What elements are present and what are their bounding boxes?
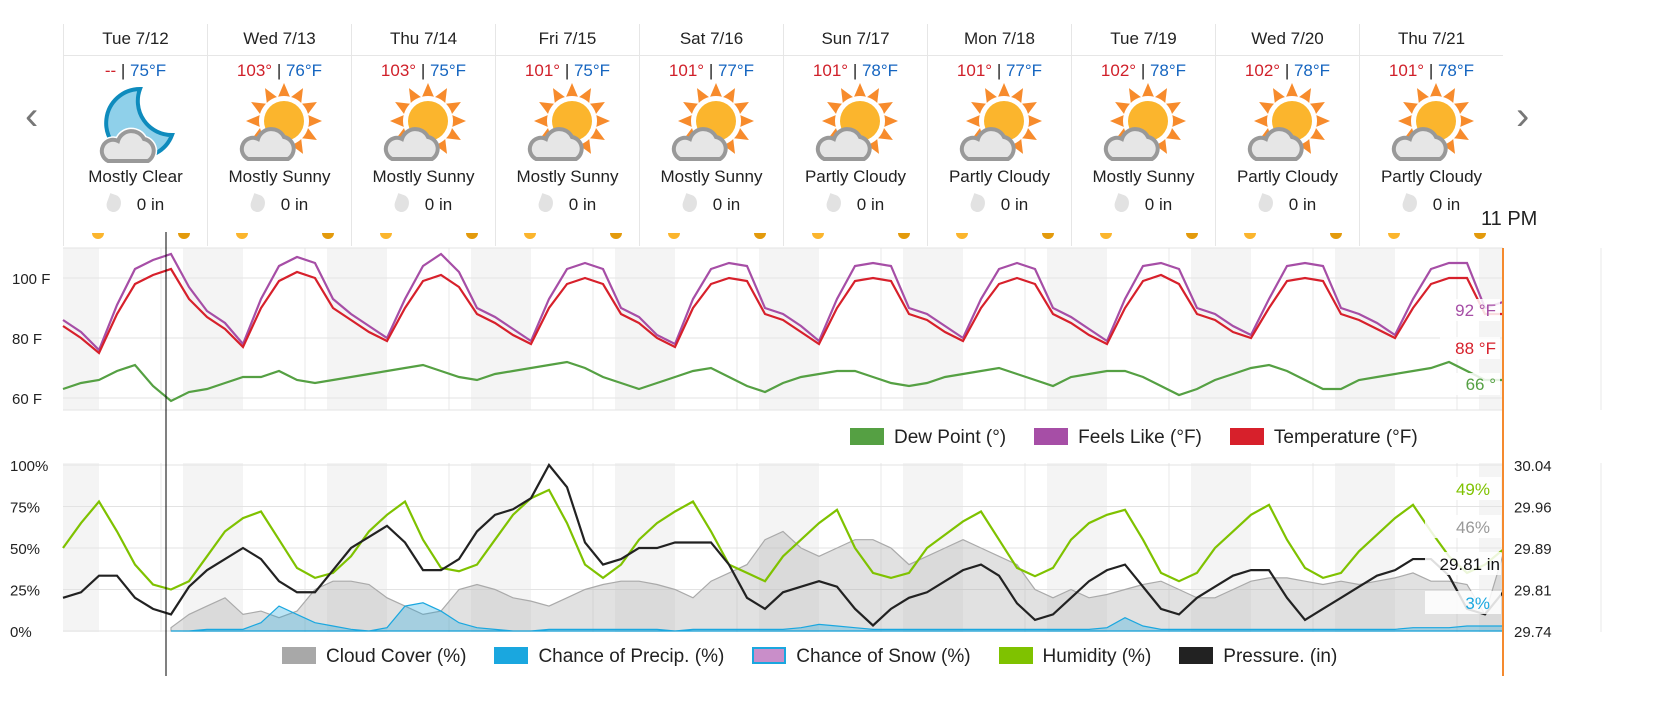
y-tick-label: 100% xyxy=(10,458,48,475)
y-tick-label: 100 F xyxy=(12,271,50,288)
temperature-legend: Dew Point (°) Feels Like (°F) Temperature … xyxy=(850,427,1418,449)
legend-item[interactable]: Dew Point (°) xyxy=(850,427,1006,449)
end-value-label: 29.81 in xyxy=(1440,555,1501,574)
legend-swatch xyxy=(998,647,1033,664)
y-tick-label-right: 29.74 xyxy=(1514,624,1552,641)
end-value-label: 49% xyxy=(1456,480,1490,499)
forecast-widget: ‹ › Tue 7/12 -- | 75°F Mostly Clear 0 in… xyxy=(0,0,1670,721)
legend-swatch xyxy=(1179,647,1214,664)
legend-item[interactable]: Cloud Cover (%) xyxy=(282,646,466,668)
legend-label: Cloud Cover (%) xyxy=(326,646,467,667)
night-band xyxy=(471,248,531,410)
end-value-label: 46% xyxy=(1456,518,1490,537)
y-tick-label-right: 30.04 xyxy=(1514,458,1552,475)
end-value-label: 92 °F xyxy=(1455,301,1496,320)
legend-label: Temperature (°F) xyxy=(1273,427,1418,448)
legend-label: Humidity (%) xyxy=(1042,646,1152,667)
end-value-label: 3% xyxy=(1465,594,1490,613)
legend-label: Feels Like (°F) xyxy=(1078,427,1202,448)
legend-item[interactable]: Humidity (%) xyxy=(998,646,1152,668)
night-band xyxy=(759,248,819,410)
y-tick-label: 50% xyxy=(10,541,40,558)
legend-item[interactable]: Feels Like (°F) xyxy=(1034,427,1202,449)
end-value-label: 66 ° xyxy=(1466,375,1496,394)
legend-swatch xyxy=(494,647,529,664)
legend-label: Chance of Snow (%) xyxy=(796,646,971,667)
y-tick-label: 75% xyxy=(10,500,40,517)
y-tick-label: 25% xyxy=(10,583,40,600)
legend-swatch xyxy=(1034,428,1069,445)
y-tick-label: 60 F xyxy=(12,391,42,408)
legend-item[interactable]: Pressure. (in) xyxy=(1179,646,1337,668)
night-band xyxy=(183,248,243,410)
y-tick-label-right: 29.96 xyxy=(1514,500,1552,517)
y-tick-label: 80 F xyxy=(12,331,42,348)
y-tick-label-right: 29.81 xyxy=(1514,583,1552,600)
legend-label: Pressure. (in) xyxy=(1223,646,1338,667)
y-tick-label: 0% xyxy=(10,624,32,641)
night-band xyxy=(1191,248,1251,410)
legend-item[interactable]: Chance of Precip. (%) xyxy=(494,646,724,668)
end-value-label: 88 °F xyxy=(1455,339,1496,358)
legend-swatch xyxy=(1229,428,1264,445)
forecast-charts: 60 F 80 F 100 F 92 °F 88 °F 66 ° 0% 29.74 25% 29.… xyxy=(10,232,1602,676)
legend-swatch xyxy=(752,647,787,664)
legend-item[interactable]: Chance of Snow (%) xyxy=(752,646,971,668)
legend-item[interactable]: Temperature (°F) xyxy=(1229,427,1418,449)
y-tick-label-right: 29.89 xyxy=(1514,541,1552,558)
legend-label: Dew Point (°) xyxy=(894,427,1007,448)
legend-swatch xyxy=(282,647,316,664)
conditions-legend: Cloud Cover (%) Chance of Precip. (%) Chan… xyxy=(282,646,1337,668)
night-band xyxy=(327,248,387,410)
legend-label: Chance of Precip. (%) xyxy=(538,646,725,667)
legend-swatch xyxy=(850,428,884,445)
